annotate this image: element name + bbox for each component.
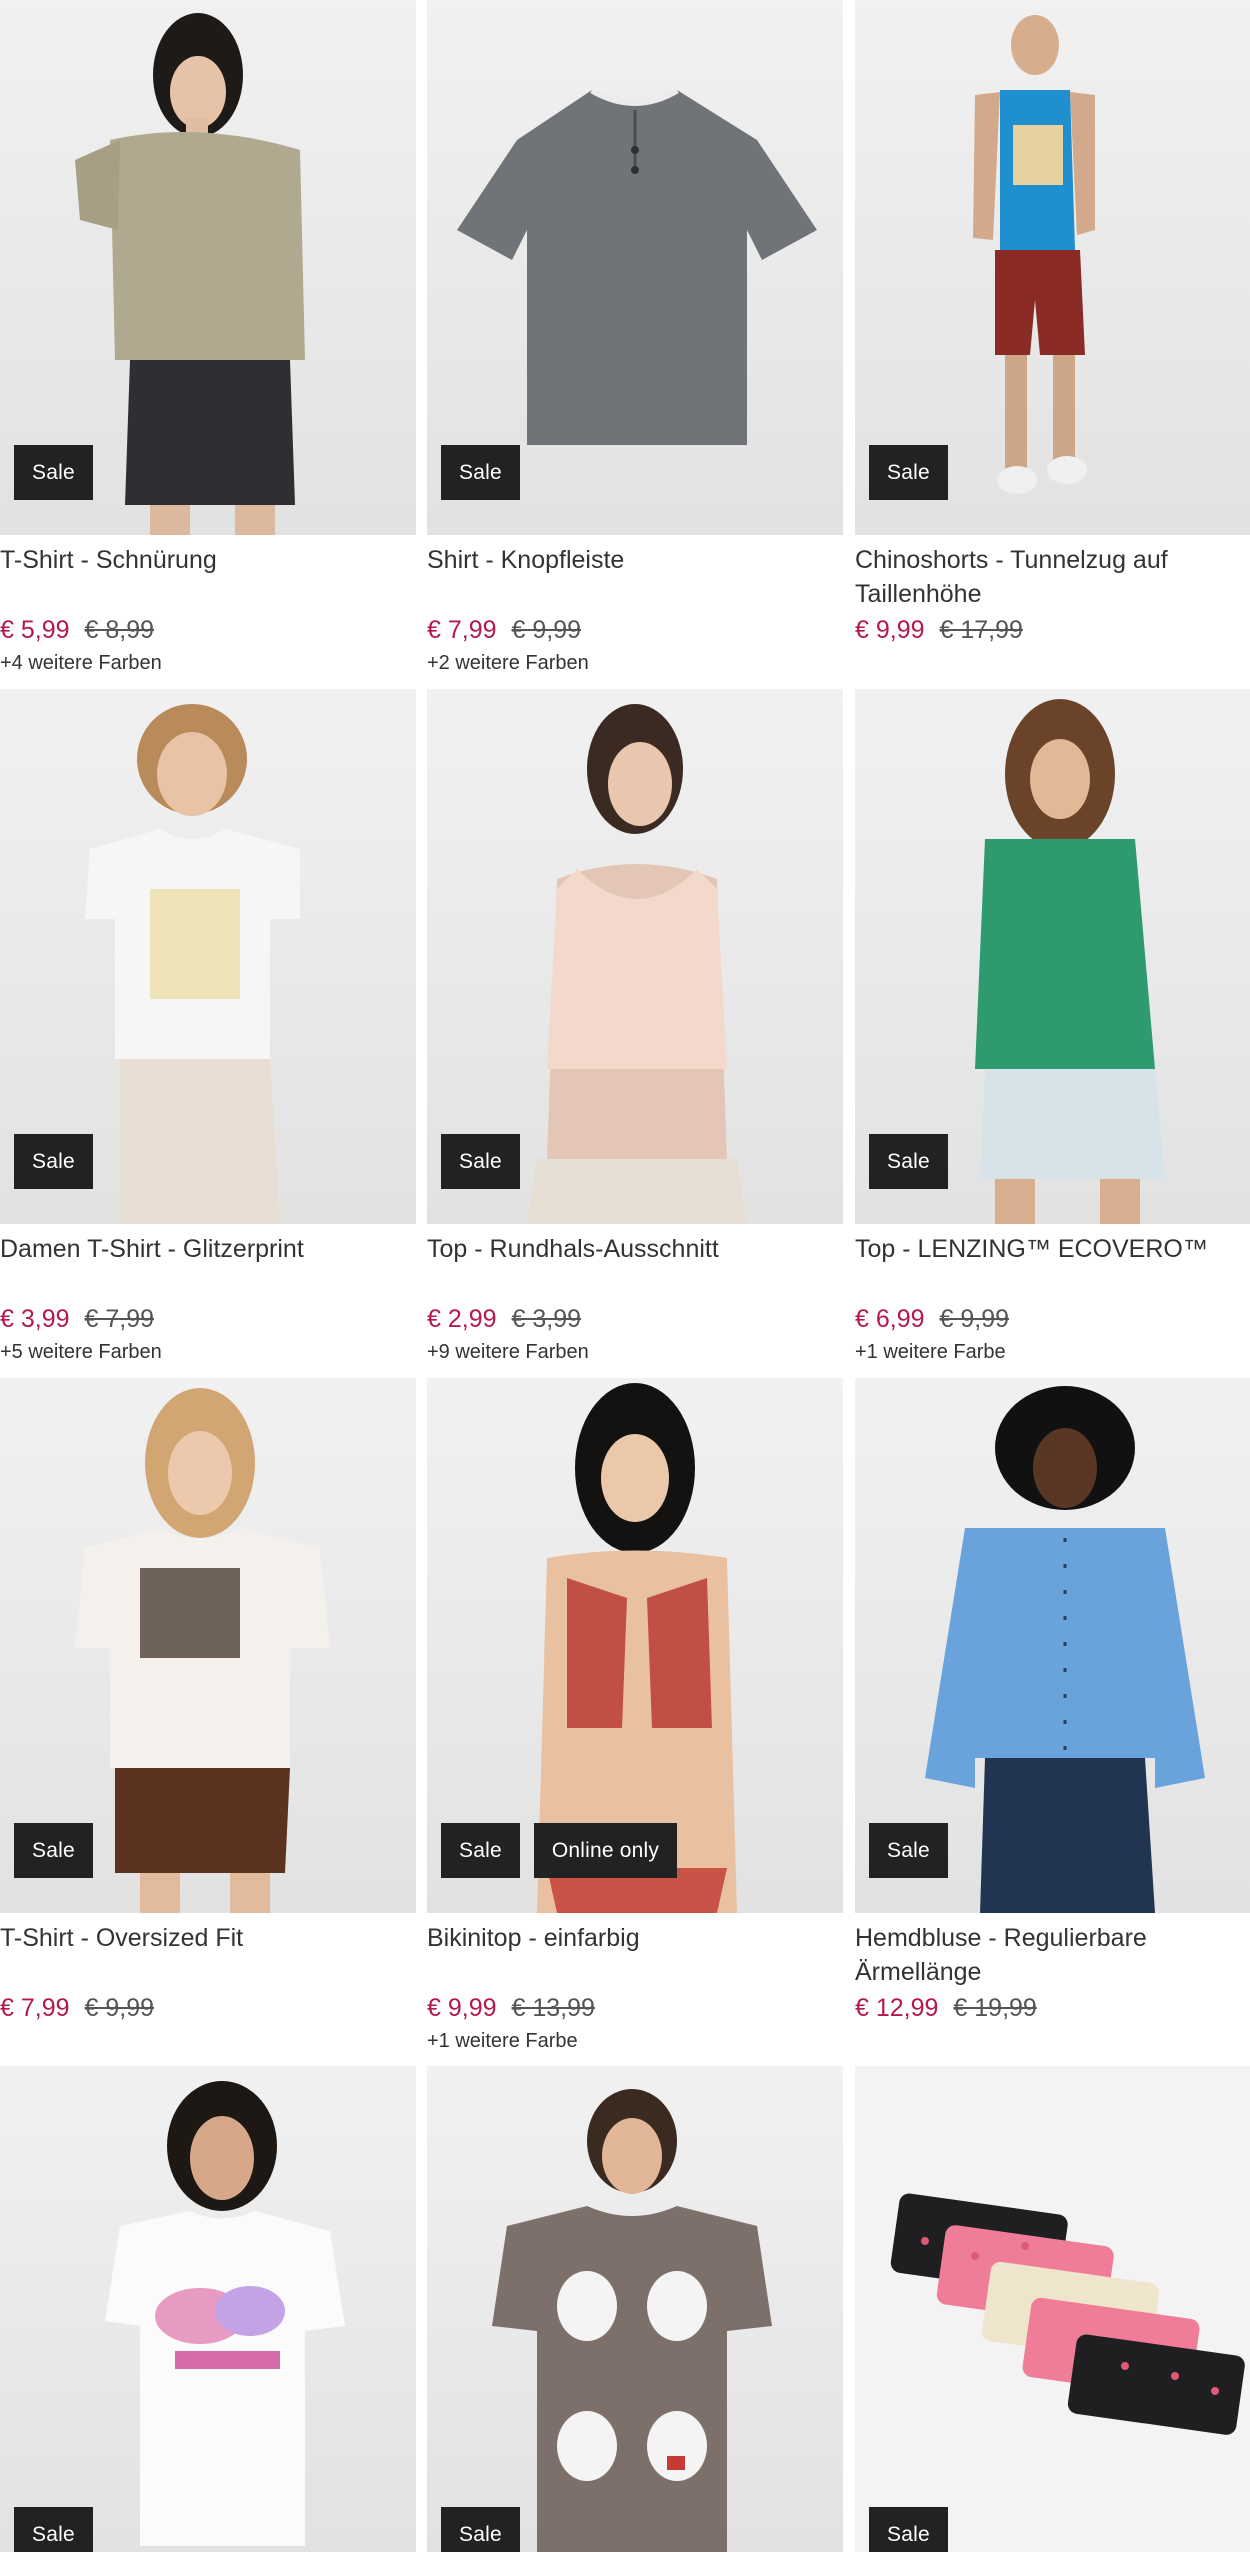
sale-badge: Sale <box>441 445 520 500</box>
product-card[interactable]: Sale <box>0 2066 416 2552</box>
sale-badge: Sale <box>14 2507 93 2552</box>
product-card[interactable]: Sale Damen T-Shirt - Glitzerprint € 3,99… <box>0 689 416 1364</box>
product-image[interactable]: Sale <box>0 689 416 1224</box>
sale-price: € 9,99 <box>427 1994 497 2022</box>
product-image[interactable]: Sale <box>427 2066 843 2552</box>
sale-price: € 6,99 <box>855 1305 925 1333</box>
original-price: € 7,99 <box>84 1305 155 1333</box>
product-name[interactable]: Hemdbluse - Regulierbare Ärmellänge <box>855 1921 1250 1989</box>
product-name[interactable]: T-Shirt - Oversized Fit <box>0 1921 410 1989</box>
panties-set-photo <box>890 2193 1245 2435</box>
product-card[interactable]: Sale Online only Bikinitop - einfarbig €… <box>427 1378 843 2053</box>
product-image[interactable]: Sale <box>855 0 1250 535</box>
product-image[interactable]: Sale <box>855 1378 1250 1913</box>
sale-badge: Sale <box>869 2507 948 2552</box>
more-colors-link[interactable]: +5 weitere Farben <box>0 1341 416 1364</box>
original-price: € 9,99 <box>84 1994 155 2022</box>
product-card[interactable]: Sale Shirt - Knopfleiste € 7,99 € 9,99 +2… <box>427 0 843 675</box>
sale-badge: Sale <box>14 1134 93 1189</box>
sale-badge: Sale <box>869 1134 948 1189</box>
sale-badge: Sale <box>869 1823 948 1878</box>
more-colors-link[interactable]: +1 weitere Farbe <box>427 2030 843 2053</box>
woman-happiness-tshirt-photo <box>105 2081 345 2546</box>
sale-badge: Sale <box>441 1823 520 1878</box>
sale-price: € 12,99 <box>855 1994 939 2022</box>
product-image[interactable]: Sale <box>0 2066 416 2552</box>
more-colors-link[interactable]: +1 weitere Farbe <box>855 1341 1250 1364</box>
product-name[interactable]: Top - LENZING™ ECOVERO™ <box>855 1232 1250 1300</box>
product-image[interactable]: Sale <box>427 689 843 1224</box>
product-grid: Sale T-Shirt - Schnürung € 5,99 € 8,99 +4… <box>0 0 1250 2552</box>
sale-badge: Sale <box>441 1134 520 1189</box>
sale-price: € 2,99 <box>427 1305 497 1333</box>
original-price: € 9,99 <box>939 1305 1010 1333</box>
sale-badge: Sale <box>441 2507 520 2552</box>
product-image[interactable]: Sale <box>855 689 1250 1224</box>
more-colors-link[interactable]: +4 weitere Farben <box>0 652 416 675</box>
online-only-badge: Online only <box>533 1823 678 1878</box>
product-card[interactable]: Sale T-Shirt - Oversized Fit € 7,99 € 9,9… <box>0 1378 416 2030</box>
product-card[interactable]: Sale Top - LENZING™ ECOVERO™ € 6,99 € 9,9… <box>855 689 1250 1364</box>
product-name[interactable]: Bikinitop - einfarbig <box>427 1921 837 1989</box>
original-price: € 17,99 <box>939 616 1023 644</box>
sale-price: € 7,99 <box>0 1994 70 2022</box>
product-card[interactable]: Sale <box>855 2066 1250 2552</box>
more-colors-link[interactable]: +9 weitere Farben <box>427 1341 843 1364</box>
product-card[interactable]: Sale Top - Rundhals-Ausschnitt € 2,99 € 3… <box>427 689 843 1364</box>
original-price: € 13,99 <box>511 1994 595 2022</box>
original-price: € 3,99 <box>511 1305 582 1333</box>
woman-snoopy-tshirt-photo <box>492 2089 772 2552</box>
product-name[interactable]: T-Shirt - Schnürung <box>0 543 410 611</box>
product-image[interactable]: Sale <box>855 2066 1250 2552</box>
product-card[interactable]: Sale Hemdbluse - Regulierbare Ärmellänge… <box>855 1378 1250 2030</box>
product-image[interactable]: Sale <box>0 0 416 535</box>
sale-price: € 5,99 <box>0 616 70 644</box>
original-price: € 9,99 <box>511 616 582 644</box>
sale-price: € 3,99 <box>0 1305 70 1333</box>
sale-badge: Sale <box>14 445 93 500</box>
product-card[interactable]: Sale T-Shirt - Schnürung € 5,99 € 8,99 +4… <box>0 0 416 675</box>
product-name[interactable]: Chinoshorts - Tunnelzug auf Taillenhöhe <box>855 543 1250 611</box>
product-name[interactable]: Top - Rundhals-Ausschnitt <box>427 1232 837 1300</box>
product-card[interactable]: Sale Chinoshorts - Tunnelzug auf Taillen… <box>855 0 1250 652</box>
product-image[interactable]: Sale <box>0 1378 416 1913</box>
sale-price: € 7,99 <box>427 616 497 644</box>
product-image[interactable]: Sale Online only <box>427 1378 843 1913</box>
product-card[interactable]: Sale <box>427 2066 843 2552</box>
sale-badge: Sale <box>14 1823 93 1878</box>
original-price: € 19,99 <box>953 1994 1037 2022</box>
product-name[interactable]: Shirt - Knopfleiste <box>427 543 837 611</box>
product-image[interactable]: Sale <box>427 0 843 535</box>
more-colors-link[interactable]: +2 weitere Farben <box>427 652 843 675</box>
product-name[interactable]: Damen T-Shirt - Glitzerprint <box>0 1232 410 1300</box>
original-price: € 8,99 <box>84 616 155 644</box>
sale-badge: Sale <box>869 445 948 500</box>
sale-price: € 9,99 <box>855 616 925 644</box>
